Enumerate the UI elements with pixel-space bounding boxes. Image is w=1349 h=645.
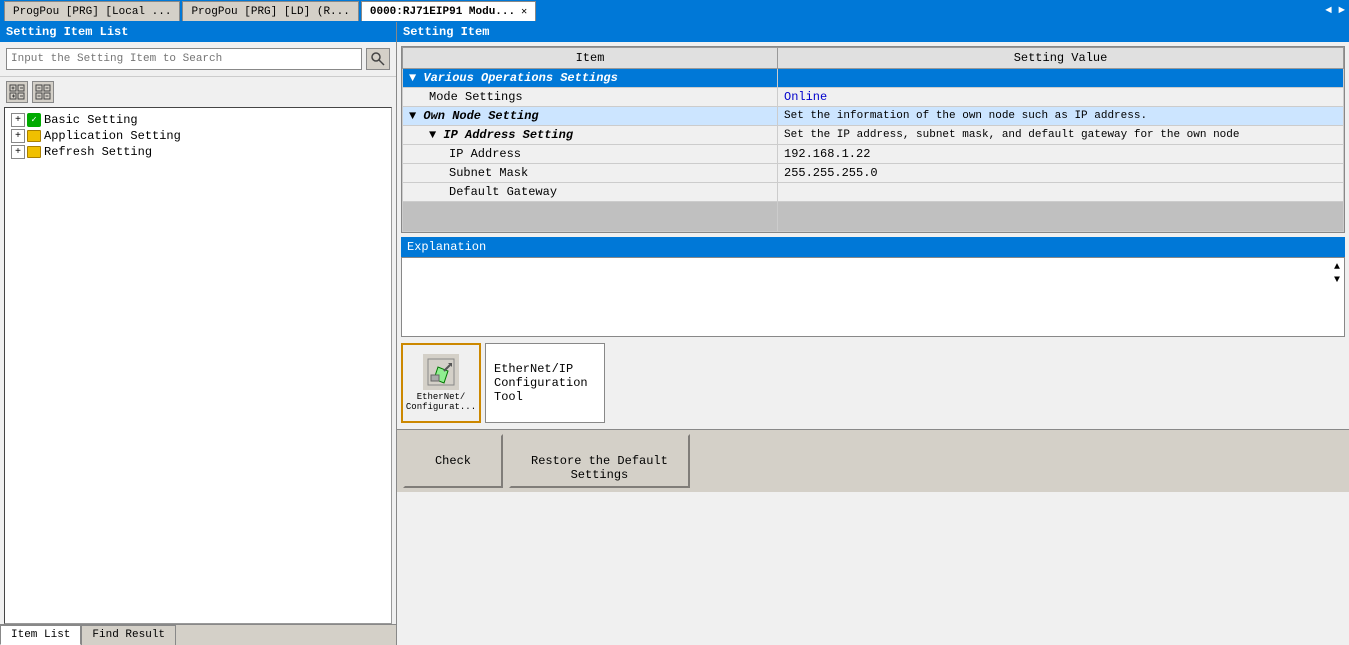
- table-row[interactable]: ▼ IP Address Setting Set the IP address,…: [403, 126, 1344, 145]
- row-value-cell: 192.168.1.22: [778, 145, 1344, 164]
- row-value-cell: 255.255.255.0: [778, 164, 1344, 183]
- row-item-cell: [403, 202, 778, 232]
- table-row[interactable]: Default Gateway: [403, 183, 1344, 202]
- explanation-content[interactable]: ▲ ▼: [401, 257, 1345, 337]
- row-value-cell: [778, 69, 1344, 88]
- tree-item-basic-setting[interactable]: + ✓ Basic Setting: [11, 112, 385, 128]
- expand-all-icon: [9, 84, 25, 100]
- main-container: Setting Item List: [0, 22, 1349, 645]
- row-item-cell: IP Address: [403, 145, 778, 164]
- row-value-cell: [778, 202, 1344, 232]
- row-value-cell: Online: [778, 88, 1344, 107]
- bottom-buttons: Check Restore the DefaultSettings: [397, 429, 1349, 492]
- expand-icon-basic[interactable]: +: [11, 113, 25, 127]
- tool-icon-ethernet[interactable]: EtherNet/Configurat...: [401, 343, 481, 423]
- nav-arrows[interactable]: ◄ ►: [1325, 5, 1345, 17]
- table-row[interactable]: ▼ Various Operations Settings: [403, 69, 1344, 88]
- check-icon-basic: ✓: [27, 113, 41, 127]
- tab-close-icon[interactable]: ✕: [521, 6, 527, 18]
- tree-area: + ✓ Basic Setting + Application Setting …: [4, 107, 392, 624]
- table-row[interactable]: ▼ Own Node Setting Set the information o…: [403, 107, 1344, 126]
- scroll-down-icon[interactable]: ▼: [1334, 275, 1340, 286]
- tab-progpou-ld[interactable]: ProgPou [PRG] [LD] (R...: [182, 1, 358, 21]
- setting-table: Item Setting Value ▼ Various Operations …: [402, 47, 1344, 232]
- tab-label-3: 0000:RJ71EIP91 Modu...: [370, 6, 515, 18]
- tab-progpou-local[interactable]: ProgPou [PRG] [Local ...: [4, 1, 180, 21]
- collapse-all-icon: [35, 84, 51, 100]
- col-header-value: Setting Value: [778, 48, 1344, 69]
- bottom-tabs: Item List Find Result: [0, 624, 396, 645]
- right-panel-title: Setting Item: [397, 22, 1349, 42]
- search-area: [0, 42, 396, 77]
- restore-defaults-button[interactable]: Restore the DefaultSettings: [509, 434, 690, 488]
- tool-popup[interactable]: EtherNet/IPConfigurationTool: [485, 343, 605, 423]
- row-item-cell: ▼ Own Node Setting: [403, 107, 778, 126]
- row-value-cell: Set the information of the own node such…: [778, 107, 1344, 126]
- tool-short-label: EtherNet/Configurat...: [406, 392, 476, 412]
- tool-popup-text: EtherNet/IPConfigurationTool: [494, 362, 588, 404]
- tree-label-basic: Basic Setting: [44, 113, 138, 127]
- explanation-section: Explanation ▲ ▼: [397, 237, 1349, 337]
- tree-label-app: Application Setting: [44, 129, 181, 143]
- row-item-cell: ▼ Various Operations Settings: [403, 69, 778, 88]
- row-item-cell: Subnet Mask: [403, 164, 778, 183]
- tab-label-1: ProgPou [PRG] [Local ...: [13, 6, 171, 18]
- title-bar: ProgPou [PRG] [Local ... ProgPou [PRG] […: [0, 0, 1349, 22]
- folder-icon-app: [27, 130, 41, 142]
- expand-icon-app[interactable]: +: [11, 129, 25, 143]
- search-button[interactable]: [366, 48, 390, 70]
- scroll-up-icon[interactable]: ▲: [1334, 262, 1340, 273]
- check-button[interactable]: Check: [403, 434, 503, 488]
- col-header-item: Item: [403, 48, 778, 69]
- tree-item-application-setting[interactable]: + Application Setting: [11, 128, 385, 144]
- expand-all-button[interactable]: [6, 81, 28, 103]
- table-row[interactable]: IP Address 192.168.1.22: [403, 145, 1344, 164]
- right-panel: Setting Item Item Setting Value ▼ Variou…: [397, 22, 1349, 645]
- table-row[interactable]: Mode Settings Online: [403, 88, 1344, 107]
- row-value-cell: [778, 183, 1344, 202]
- tree-toolbar: [0, 77, 396, 107]
- search-input[interactable]: [6, 48, 362, 70]
- tree-item-refresh-setting[interactable]: + Refresh Setting: [11, 144, 385, 160]
- tab-item-list[interactable]: Item List: [0, 625, 81, 645]
- tab-module[interactable]: 0000:RJ71EIP91 Modu... ✕: [361, 1, 536, 21]
- row-item-cell: Default Gateway: [403, 183, 778, 202]
- search-icon: [371, 52, 385, 66]
- tree-label-refresh: Refresh Setting: [44, 145, 152, 159]
- ethernet-config-icon: [423, 354, 459, 390]
- tool-section: EtherNet/Configurat... EtherNet/IPConfig…: [397, 337, 1349, 429]
- row-value-cell: Set the IP address, subnet mask, and def…: [778, 126, 1344, 145]
- tab-find-result[interactable]: Find Result: [81, 625, 176, 645]
- tab-label-2: ProgPou [PRG] [LD] (R...: [191, 6, 349, 18]
- row-item-cell: ▼ IP Address Setting: [403, 126, 778, 145]
- table-row: [403, 202, 1344, 232]
- left-panel-title: Setting Item List: [0, 22, 396, 42]
- table-row[interactable]: Subnet Mask 255.255.255.0: [403, 164, 1344, 183]
- expand-icon-refresh[interactable]: +: [11, 145, 25, 159]
- row-item-cell: Mode Settings: [403, 88, 778, 107]
- left-panel: Setting Item List: [0, 22, 397, 645]
- setting-table-area: Item Setting Value ▼ Various Operations …: [401, 46, 1345, 233]
- collapse-all-button[interactable]: [32, 81, 54, 103]
- explanation-title: Explanation: [401, 237, 1345, 257]
- folder-icon-refresh: [27, 146, 41, 158]
